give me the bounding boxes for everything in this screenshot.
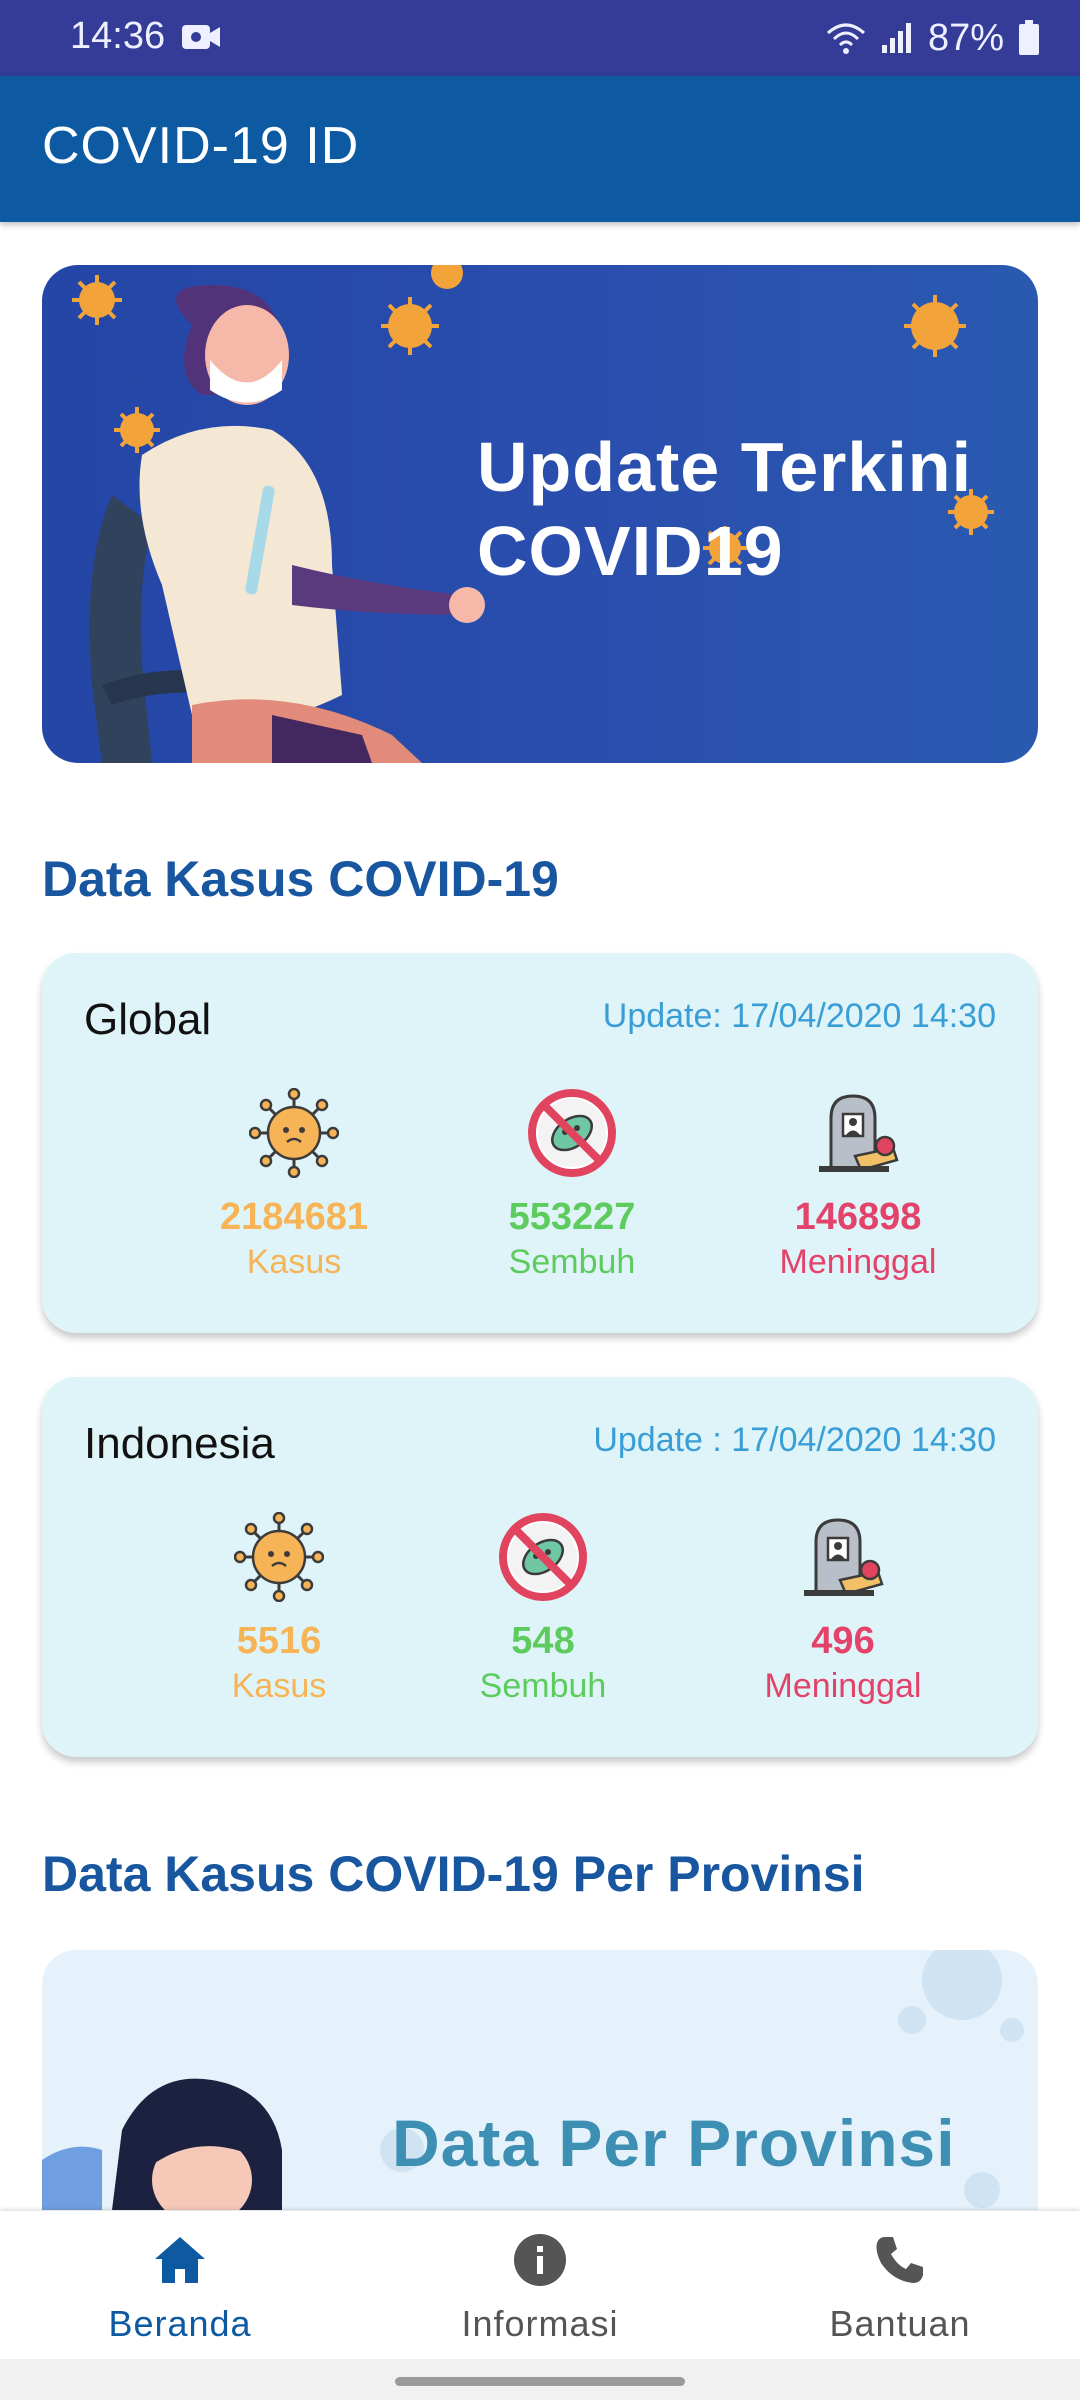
- status-bar: 14:36 87%: [0, 0, 1080, 76]
- banner-text: Update Terkini COVID19: [477, 425, 972, 593]
- signal-icon: [881, 23, 911, 53]
- nav-label-bantuan: Bantuan: [829, 2303, 971, 2344]
- province-banner[interactable]: Data Per Provinsi: [42, 1950, 1038, 2210]
- virus-icon: [249, 1088, 339, 1178]
- info-icon: [514, 2234, 566, 2286]
- card-title-indonesia: Indonesia: [84, 1419, 275, 1468]
- bottom-nav: Beranda Informasi Bantuan: [0, 2211, 1080, 2359]
- nav-item-bantuan[interactable]: Bantuan: [720, 2211, 1080, 2359]
- stat-kasus-global: 2184681 Kasus: [164, 1088, 424, 1282]
- app-title: COVID-19 ID: [42, 117, 360, 175]
- battery-percent: 87%: [927, 16, 1004, 59]
- card-title-global: Global: [84, 995, 212, 1044]
- meninggal-label-indonesia: Meninggal: [764, 1667, 922, 1705]
- kasus-label-indonesia: Kasus: [231, 1667, 327, 1705]
- banner-line-1: Update Terkini: [477, 428, 973, 506]
- global-card: Global Update: 17/04/2020 14:30 2184681 …: [42, 953, 1038, 1333]
- sembuh-value-indonesia: 548: [511, 1620, 575, 1662]
- nav-item-informasi[interactable]: Informasi: [360, 2211, 720, 2359]
- stat-meninggal-indonesia: 496 Meninggal: [713, 1512, 973, 1706]
- gesture-handle[interactable]: [395, 2377, 685, 2386]
- status-time: 14:36: [70, 15, 166, 57]
- section-title-province: Data Kasus COVID-19 Per Provinsi: [42, 1846, 865, 1902]
- banner-line-2: COVID19: [477, 512, 784, 590]
- meninggal-value-global: 146898: [794, 1196, 922, 1238]
- wifi-icon: [826, 23, 865, 54]
- battery-icon: [1019, 20, 1039, 55]
- no-virus-icon: [499, 1513, 587, 1601]
- meninggal-value-indonesia: 496: [811, 1620, 875, 1662]
- indonesia-card: Indonesia Update : 17/04/2020 14:30 5516…: [42, 1377, 1038, 1757]
- hero-banner: Update Terkini COVID19: [42, 265, 1038, 763]
- stat-sembuh-global: 553227 Sembuh: [442, 1088, 702, 1282]
- tombstone-icon: [819, 1094, 899, 1172]
- nav-label-informasi: Informasi: [461, 2303, 619, 2344]
- virus-icon: [234, 1512, 324, 1602]
- nav-label-beranda: Beranda: [108, 2303, 252, 2344]
- sembuh-label-global: Sembuh: [508, 1243, 636, 1281]
- nav-item-beranda[interactable]: Beranda: [0, 2211, 360, 2359]
- sembuh-value-global: 553227: [508, 1196, 636, 1238]
- stat-meninggal-global: 146898 Meninggal: [728, 1088, 988, 1282]
- phone-icon: [876, 2237, 923, 2283]
- gesture-area: [0, 2359, 1080, 2400]
- section-title-cases: Data Kasus COVID-19: [42, 851, 559, 907]
- video-camera-icon: [182, 25, 220, 49]
- province-banner-text: Data Per Provinsi: [392, 2106, 956, 2180]
- stat-sembuh-indonesia: 548 Sembuh: [413, 1512, 673, 1706]
- stat-kasus-indonesia: 5516 Kasus: [149, 1512, 409, 1706]
- meninggal-label-global: Meninggal: [779, 1243, 937, 1281]
- app-bar: COVID-19 ID: [0, 76, 1080, 222]
- kasus-value-indonesia: 5516: [236, 1620, 322, 1662]
- kasus-value-global: 2184681: [220, 1196, 368, 1238]
- no-virus-icon: [528, 1089, 616, 1177]
- kasus-label-global: Kasus: [246, 1243, 342, 1281]
- sembuh-label-indonesia: Sembuh: [479, 1667, 607, 1705]
- home-icon: [155, 2237, 205, 2283]
- update-time-global: Update: 17/04/2020 14:30: [602, 997, 996, 1035]
- status-icons: 87%: [826, 14, 1040, 62]
- update-time-indonesia: Update : 17/04/2020 14:30: [593, 1421, 996, 1459]
- tombstone-icon: [804, 1518, 884, 1596]
